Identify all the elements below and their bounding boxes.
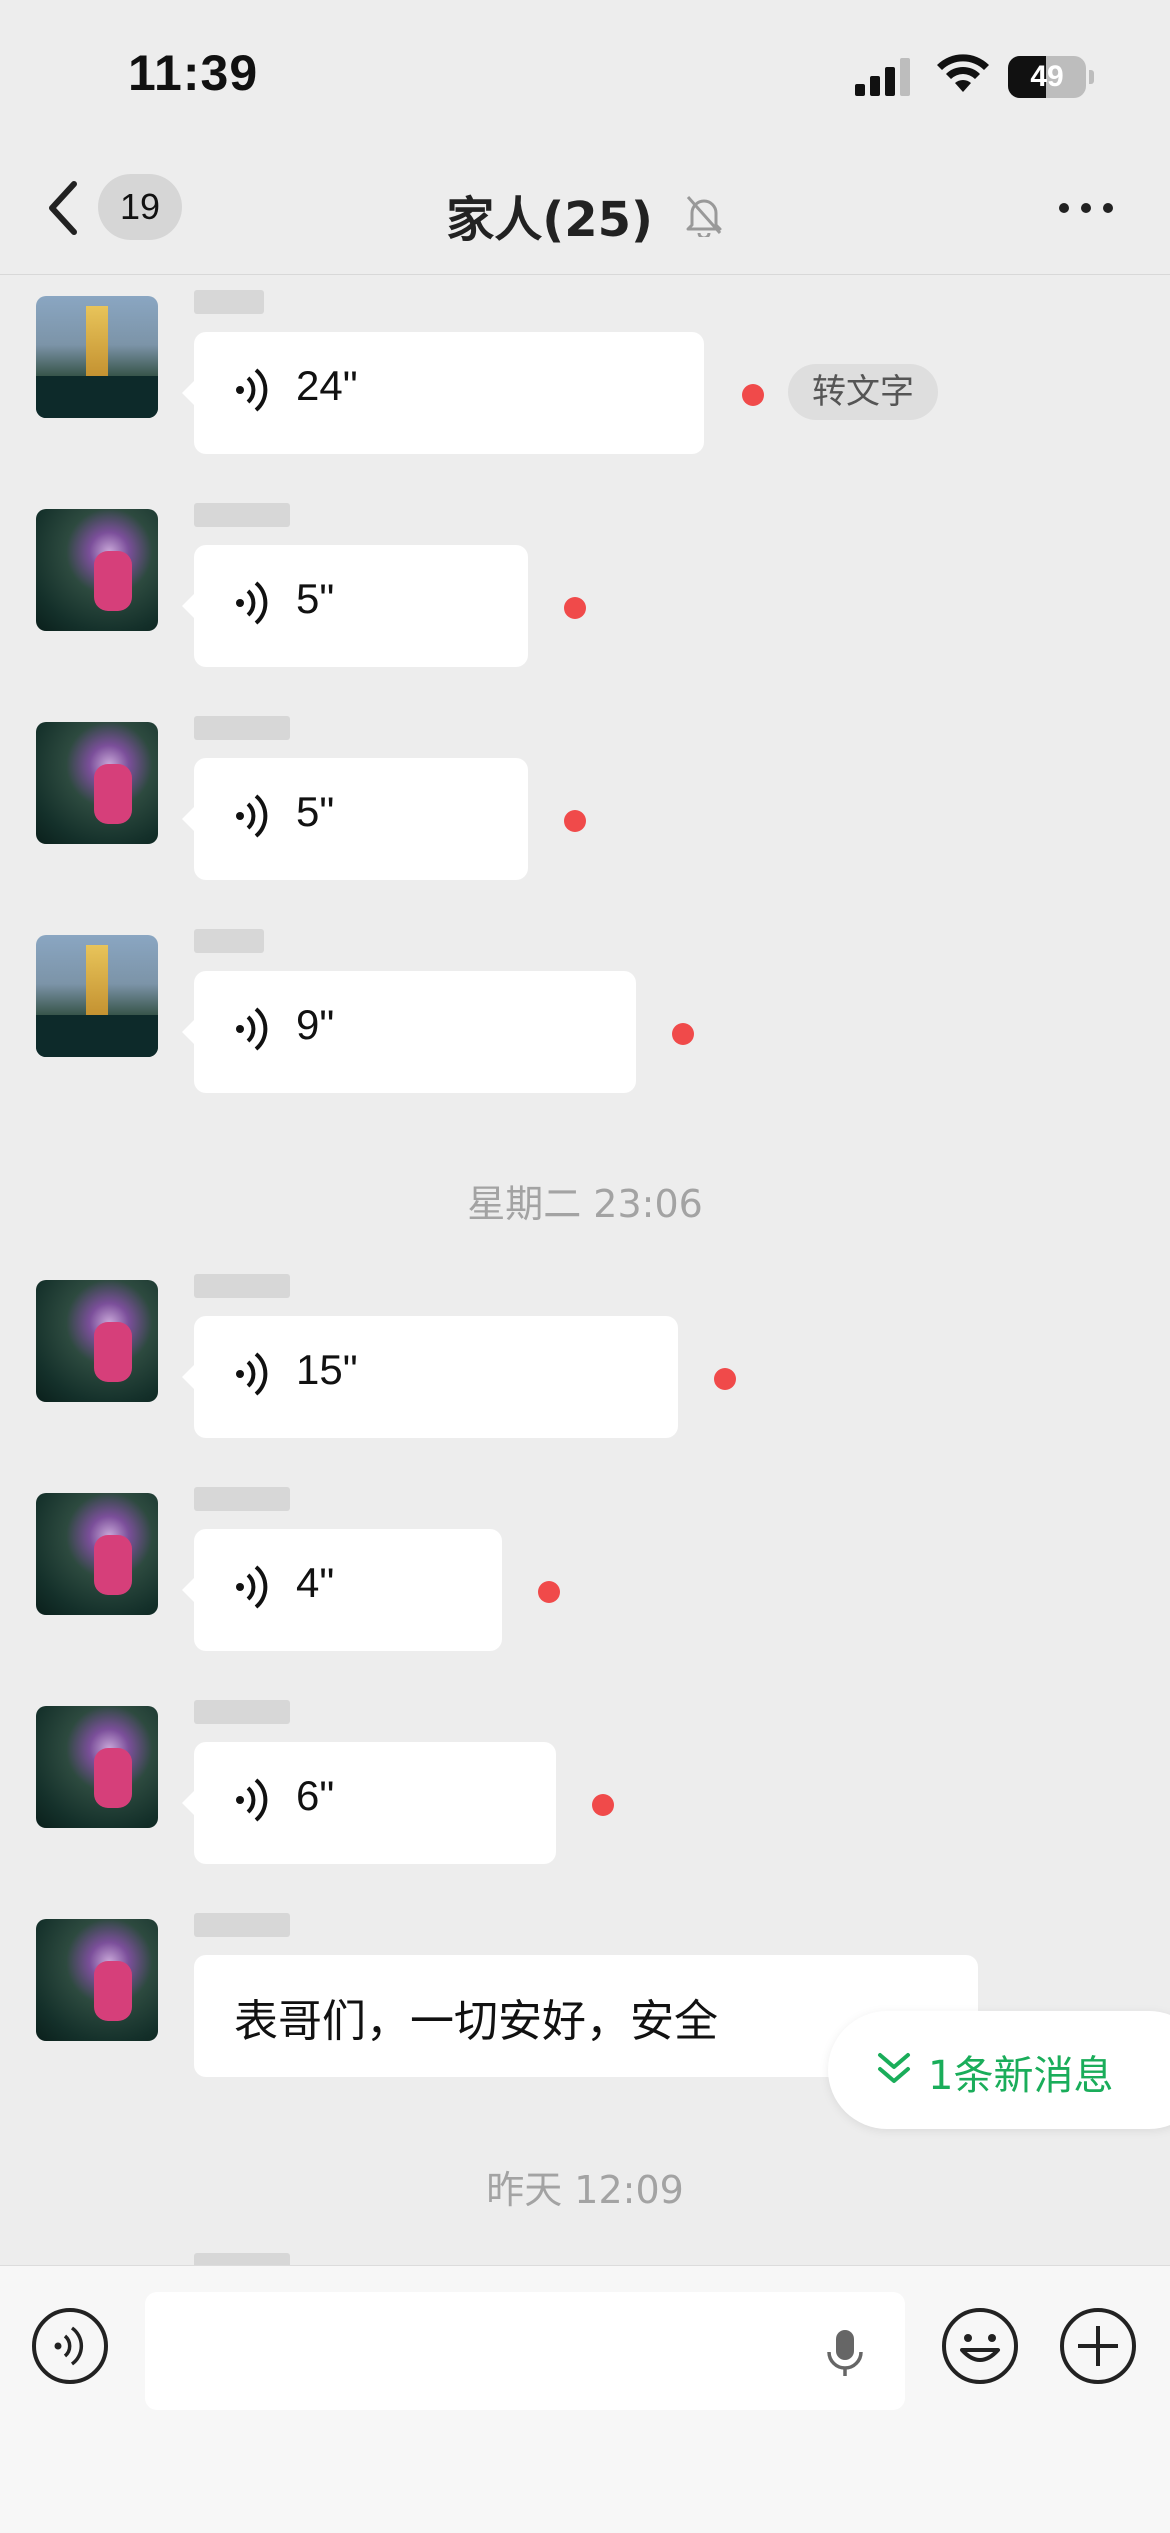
voice-duration: 6"	[296, 1772, 335, 1819]
voice-wave-icon	[236, 794, 268, 838]
plus-icon[interactable]	[1058, 2306, 1138, 2386]
sender-name-blurred	[194, 1913, 290, 1937]
message-text: 表哥们，一切安好，安全	[234, 1996, 718, 2047]
timestamp-text: 昨天 12:09	[486, 2168, 684, 2212]
unread-dot	[714, 1368, 736, 1390]
sender-name-blurred	[194, 1487, 290, 1511]
voice-input-toggle-button[interactable]	[32, 2308, 108, 2384]
sender-name-blurred	[194, 716, 290, 740]
timestamp-text: 星期二 23:06	[467, 1182, 703, 1226]
message-list[interactable]: 24" 转文字 5" 5" 9" 星期二 23:06 15" 4" 6" 表哥们…	[0, 275, 1170, 2265]
voice-bubble[interactable]: 6"	[182, 1742, 556, 1864]
more-options-icon[interactable]	[1056, 198, 1116, 218]
sender-name-blurred	[194, 1274, 290, 1298]
voice-duration: 15"	[296, 1346, 358, 1393]
unread-dot	[672, 1023, 694, 1045]
voice-bubble[interactable]: 24"	[182, 332, 704, 454]
avatar[interactable]	[36, 1919, 158, 2041]
voice-duration: 5"	[296, 788, 335, 835]
voice-wave-icon	[236, 581, 268, 625]
unread-dot	[564, 597, 586, 619]
sender-name-blurred	[194, 503, 290, 527]
voice-bubble[interactable]: 9"	[182, 971, 636, 1093]
sender-name-blurred	[194, 290, 264, 314]
message-input[interactable]	[145, 2292, 905, 2410]
voice-wave-icon	[54, 2326, 84, 2366]
emoji-icon[interactable]	[940, 2306, 1020, 2386]
chat-header: 19 家人(25)	[0, 150, 1170, 275]
battery-tip	[1089, 70, 1094, 84]
avatar[interactable]	[36, 1706, 158, 1828]
voice-wave-icon	[236, 1352, 268, 1396]
input-bar	[0, 2265, 1170, 2533]
voice-wave-icon	[236, 368, 268, 412]
muted-bell-icon	[686, 196, 722, 237]
unread-dot	[592, 1794, 614, 1816]
voice-duration: 24"	[296, 362, 358, 409]
wifi-icon	[937, 54, 989, 92]
unread-dot	[742, 384, 764, 406]
new-message-label: 1条新消息	[928, 2053, 1114, 2099]
voice-wave-icon	[236, 1778, 268, 1822]
avatar[interactable]	[36, 1280, 158, 1402]
double-chevron-down-icon	[878, 2053, 910, 2083]
voice-wave-icon	[236, 1007, 268, 1051]
avatar[interactable]	[36, 509, 158, 631]
status-time: 11:39	[128, 45, 259, 101]
voice-duration: 5"	[296, 575, 335, 622]
cellular-signal-icon	[855, 58, 910, 96]
timestamp-divider: 昨天 12:09	[0, 2159, 1170, 2214]
chat-title-wrap: 家人(25)	[0, 180, 1170, 250]
avatar[interactable]	[36, 935, 158, 1057]
voice-wave-icon	[236, 1565, 268, 1609]
unread-dot	[538, 1581, 560, 1603]
sender-name-blurred	[194, 929, 264, 953]
battery-level: 49	[1030, 60, 1064, 93]
battery-icon: 49	[1008, 56, 1086, 98]
voice-duration: 4"	[296, 1559, 335, 1606]
voice-duration: 9"	[296, 1001, 335, 1048]
convert-to-text-button[interactable]: 转文字	[788, 364, 938, 420]
microphone-icon[interactable]	[817, 2324, 873, 2380]
voice-bubble[interactable]: 5"	[182, 758, 528, 880]
avatar[interactable]	[36, 1493, 158, 1615]
voice-bubble[interactable]: 15"	[182, 1316, 678, 1438]
chat-title: 家人(25)	[446, 192, 653, 248]
voice-bubble[interactable]: 4"	[182, 1529, 502, 1651]
status-bar: 11:39 49	[0, 0, 1170, 150]
voice-bubble[interactable]: 5"	[182, 545, 528, 667]
new-message-pill[interactable]: 1条新消息	[828, 2011, 1170, 2129]
sender-name-blurred	[194, 2253, 290, 2265]
unread-dot	[564, 810, 586, 832]
timestamp-divider: 星期二 23:06	[0, 1173, 1170, 1228]
avatar[interactable]	[36, 722, 158, 844]
sender-name-blurred	[194, 1700, 290, 1724]
avatar[interactable]	[36, 296, 158, 418]
